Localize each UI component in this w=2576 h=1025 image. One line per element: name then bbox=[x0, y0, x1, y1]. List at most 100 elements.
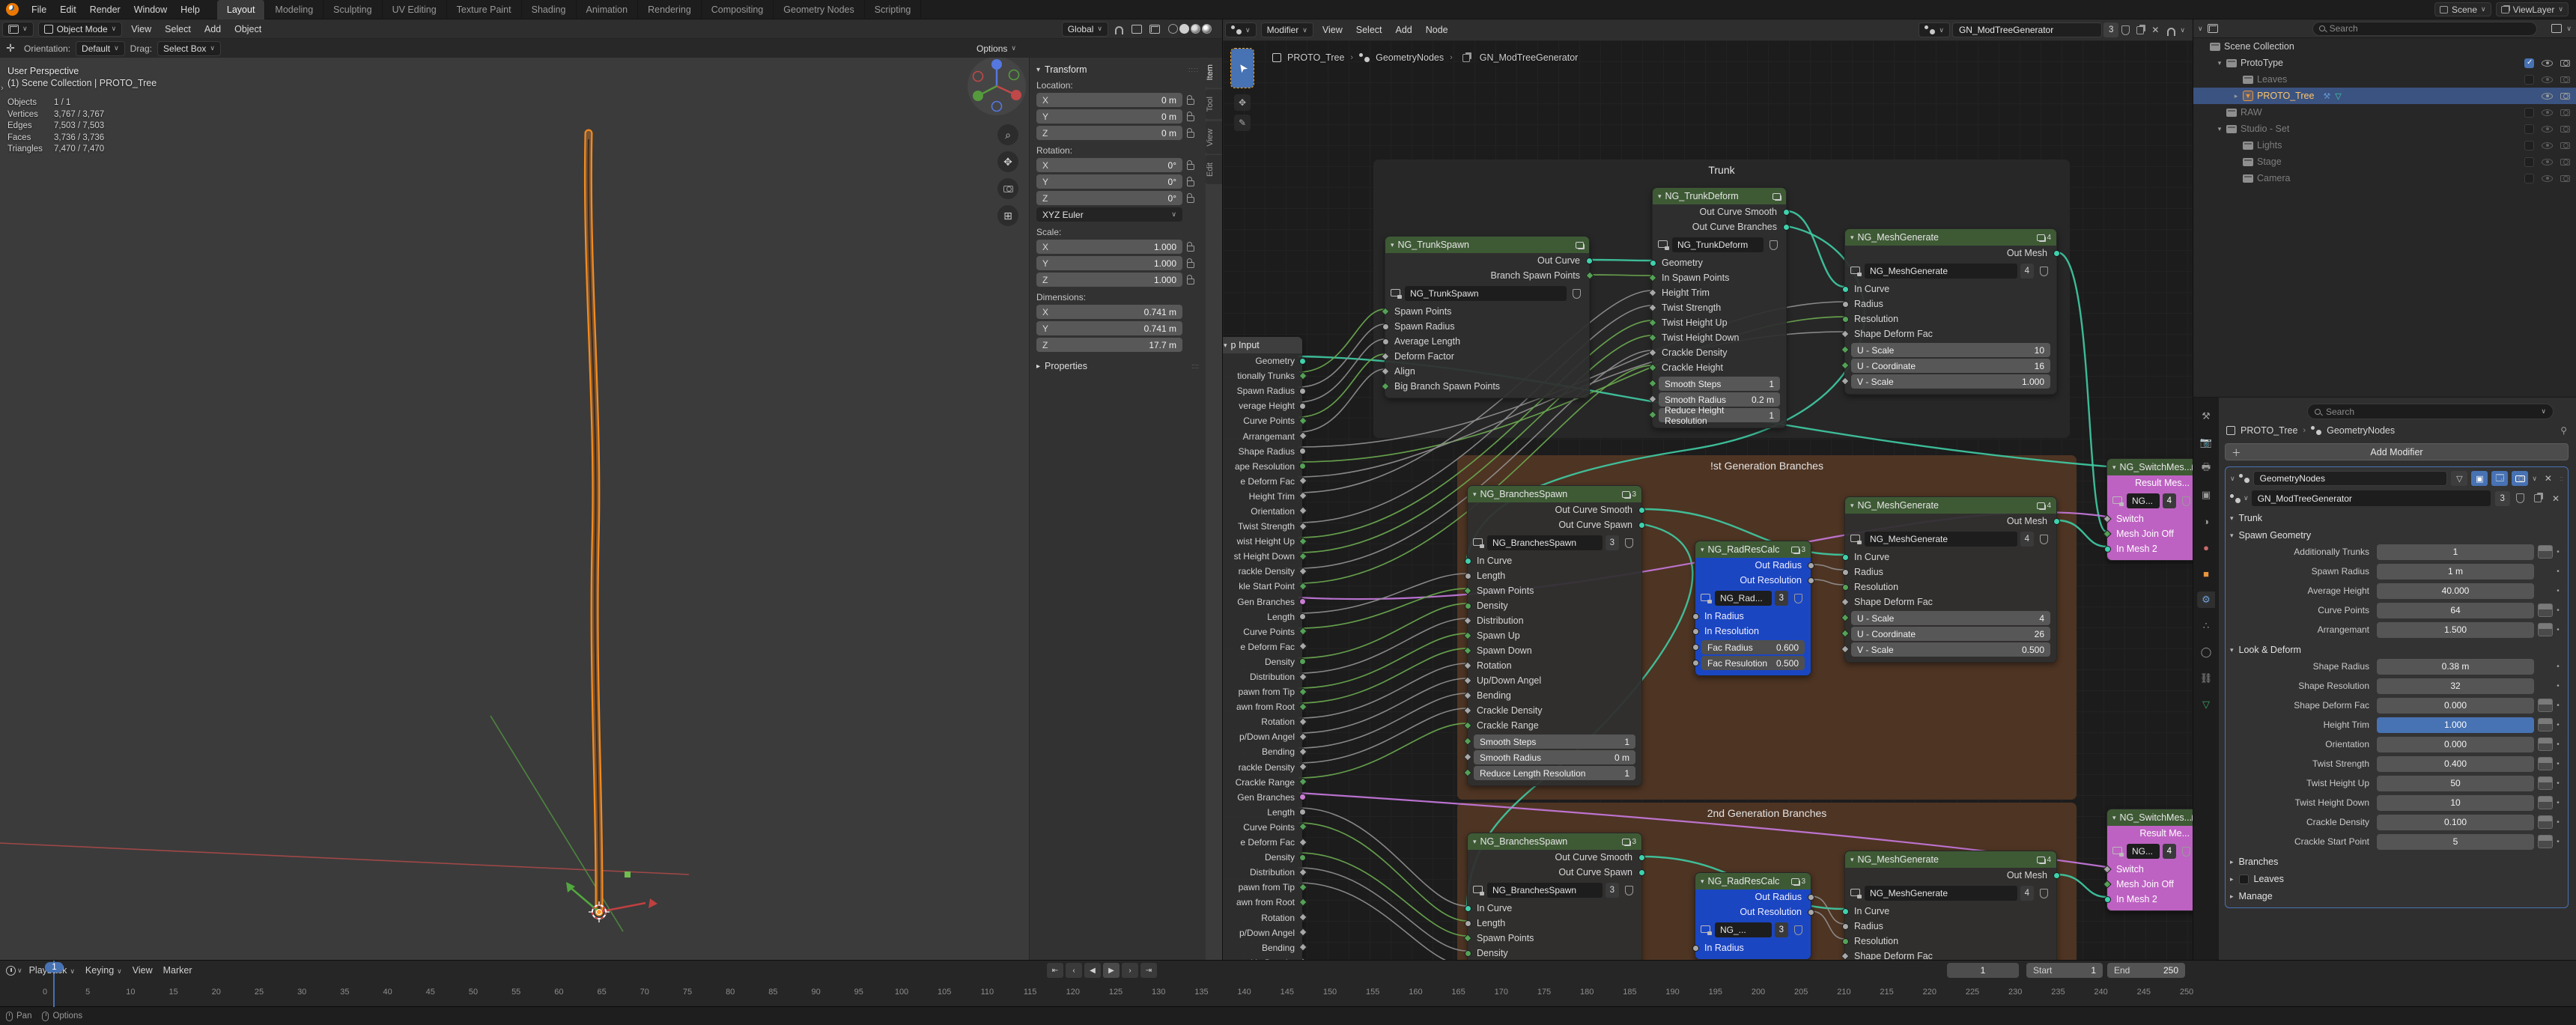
node-header[interactable]: ▾NG_MeshGenerate4 bbox=[1845, 851, 2056, 868]
socket-geo[interactable] bbox=[1465, 905, 1471, 912]
transform-orientation-selector[interactable]: Global∨ bbox=[1062, 22, 1108, 37]
socket-gray[interactable] bbox=[1382, 323, 1389, 330]
exclude-checkbox[interactable] bbox=[2524, 108, 2534, 118]
n-panel-tab-tool[interactable]: Tool bbox=[1206, 89, 1222, 119]
disable-render-camera-icon[interactable] bbox=[2560, 109, 2570, 116]
hide-eye-icon[interactable] bbox=[2542, 159, 2553, 165]
ng-meshgenerate-trunk[interactable]: ▾NG_MeshGenerate4Out MeshNG_MeshGenerate… bbox=[1844, 228, 2057, 395]
socket-gray[interactable] bbox=[2103, 514, 2111, 523]
render-tab[interactable]: 📷 bbox=[2197, 434, 2215, 451]
disable-render-camera-icon[interactable] bbox=[2560, 175, 2570, 182]
axis-x-handle[interactable] bbox=[1011, 90, 1021, 100]
lock-icon[interactable] bbox=[1187, 246, 1194, 252]
axis-y-handle[interactable] bbox=[973, 91, 983, 101]
property-value-field[interactable]: 1.000 bbox=[2377, 717, 2534, 733]
socket-gray[interactable] bbox=[1299, 613, 1306, 620]
timeline-menu-marker[interactable]: Marker bbox=[158, 965, 198, 976]
socket-geo[interactable] bbox=[2104, 896, 2111, 903]
axis-z-handle[interactable] bbox=[991, 59, 1002, 70]
shading-rendered-icon[interactable] bbox=[1202, 24, 1212, 34]
ng-trunkdeform[interactable]: ▾NG_TrunkDeformOut Curve SmoothOut Curve… bbox=[1652, 187, 1787, 428]
fake-user-shield-icon[interactable] bbox=[1794, 925, 1802, 935]
socket-geo[interactable] bbox=[2104, 546, 2111, 553]
node-value-field[interactable]: Smooth Radius0 m bbox=[1474, 750, 1635, 764]
collapse-icon[interactable]: ∨ bbox=[2230, 475, 2235, 483]
fake-user-shield-icon[interactable] bbox=[2040, 267, 2048, 276]
node-header[interactable]: ▾NG_SwitchMes... bbox=[2107, 809, 2193, 826]
fake-user-shield-icon[interactable] bbox=[1794, 594, 1802, 603]
transform-field-y[interactable]: Y1.000 bbox=[1036, 256, 1182, 270]
node-menu-node[interactable]: Node bbox=[1419, 20, 1455, 40]
socket-gray[interactable] bbox=[1808, 562, 1814, 569]
animate-dot[interactable]: • bbox=[2553, 721, 2563, 729]
output-tab[interactable]: 🖶 bbox=[2197, 460, 2215, 477]
exclude-checkbox[interactable] bbox=[2524, 75, 2534, 85]
shading-wireframe-icon[interactable] bbox=[1168, 24, 1178, 34]
node-group-name-field[interactable]: NG_TrunkSpawn bbox=[1405, 286, 1567, 301]
lock-icon[interactable] bbox=[1187, 180, 1194, 186]
disable-render-camera-icon[interactable] bbox=[2560, 126, 2570, 133]
input-attribute-toggle[interactable] bbox=[2538, 623, 2553, 636]
node-value-field[interactable]: V - Scale0.500 bbox=[1851, 642, 2050, 657]
collapse-icon[interactable]: ▾ bbox=[1473, 838, 1477, 846]
current-frame-field[interactable]: 1 bbox=[1947, 963, 2019, 978]
transform-field-x[interactable]: X0.741 m bbox=[1036, 305, 1182, 319]
lock-icon[interactable] bbox=[1187, 262, 1194, 268]
breadcrumb-modifier[interactable]: GeometryNodes bbox=[2327, 425, 2395, 436]
socket-gray[interactable] bbox=[1299, 403, 1306, 410]
node-header[interactable]: ▾NG_TrunkDeform bbox=[1653, 188, 1786, 204]
outliner-row-leaves[interactable]: Leaves bbox=[2193, 71, 2576, 88]
ng-radrescalc-1[interactable]: ▾NG_RadResCalc3Out RadiusOut ResolutionN… bbox=[1695, 541, 1811, 676]
n-panel-tab-view[interactable]: View bbox=[1206, 121, 1222, 154]
timeline-ruler[interactable]: 0510152025303540455055606570758085909510… bbox=[0, 980, 2193, 1007]
disable-render-camera-icon[interactable] bbox=[2560, 159, 2570, 165]
workspace-tab-scripting[interactable]: Scripting bbox=[865, 0, 922, 19]
socket-green[interactable] bbox=[1298, 582, 1307, 590]
snap-magnet-icon[interactable] bbox=[2167, 28, 2175, 36]
node-canvas[interactable]: Trunk!st Generation Branches2nd Generati… bbox=[1223, 19, 2193, 960]
property-value-field[interactable]: 10 bbox=[2377, 795, 2534, 811]
animate-dot[interactable]: • bbox=[2553, 548, 2563, 556]
editor-type-button[interactable]: ∨ bbox=[2, 22, 34, 37]
physics-tab[interactable]: ◯ bbox=[2197, 644, 2215, 660]
transform-panel-header[interactable]: ▾Transform:::: bbox=[1036, 64, 1199, 75]
new-copy-icon[interactable] bbox=[2136, 26, 2144, 34]
realtime-display-toggle[interactable]: 🗔 bbox=[2491, 471, 2508, 486]
ng-branchesspawn-2[interactable]: ▾NG_BranchesSpawn3Out Curve SmoothOut Cu… bbox=[1467, 833, 1642, 960]
node-context-selector[interactable]: Modifier∨ bbox=[1261, 22, 1313, 37]
viewport-canvas[interactable]: › User Perspective (1) Scene Collection … bbox=[0, 19, 1222, 960]
node-value-field[interactable]: Reduce Height Resolution1 bbox=[1659, 408, 1780, 422]
play-reverse-button[interactable]: ◀ bbox=[1084, 963, 1101, 978]
node-group-selector[interactable]: NG_TrunkDeform bbox=[1658, 237, 1781, 253]
next-keyframe-button[interactable]: › bbox=[1122, 963, 1138, 978]
socket-gray[interactable] bbox=[1842, 569, 1849, 576]
input-attribute-toggle[interactable] bbox=[2538, 835, 2553, 848]
input-attribute-toggle[interactable] bbox=[2538, 699, 2553, 712]
animate-dot[interactable]: • bbox=[2553, 760, 2563, 768]
properties-search-input[interactable]: Search ∨ bbox=[2307, 404, 2554, 419]
hide-eye-icon[interactable] bbox=[2542, 60, 2553, 67]
node-group-selector[interactable]: NG_BranchesSpawn3 bbox=[1473, 535, 1636, 551]
socket-green[interactable] bbox=[2103, 880, 2111, 888]
socket-gray[interactable] bbox=[1299, 388, 1306, 395]
pan-hand-icon[interactable]: ✥ bbox=[997, 151, 1018, 172]
ng-switchmesh-2[interactable]: ▾NG_SwitchMes...Result Me...NG...4Switch… bbox=[2106, 809, 2193, 911]
socket-green[interactable] bbox=[1842, 938, 1849, 945]
lock-icon[interactable] bbox=[1187, 115, 1194, 121]
property-value-field[interactable]: 0.000 bbox=[2377, 737, 2534, 752]
node-group-selector[interactable]: NG_MeshGenerate4 bbox=[1850, 263, 2051, 279]
timeline-editor-icon[interactable] bbox=[6, 966, 16, 976]
outliner-row-raw[interactable]: RAW bbox=[2193, 104, 2576, 121]
fake-user-shield-icon[interactable] bbox=[2040, 889, 2048, 898]
socket-geo[interactable] bbox=[1299, 358, 1306, 365]
scene-selector[interactable]: Scene∨ bbox=[2434, 2, 2491, 16]
socket-gray[interactable] bbox=[1808, 577, 1814, 584]
node-group-users-count[interactable]: 3 bbox=[2495, 491, 2510, 506]
socket-gray[interactable] bbox=[1298, 747, 1307, 755]
unlink-x-icon[interactable]: ✕ bbox=[2548, 493, 2563, 504]
node-group-users-count[interactable]: 4 bbox=[2020, 264, 2034, 279]
transform-field-z[interactable]: Z1.000 bbox=[1036, 273, 1182, 287]
outliner-row-proto-tree[interactable]: ▸▼PROTO_Tree⚒▽ bbox=[2193, 88, 2576, 104]
group-input-node[interactable]: ▾ p Input Geometrytionally TrunksSpawn R… bbox=[1222, 337, 1302, 960]
node-header[interactable]: ▾NG_RadResCalc3 bbox=[1695, 873, 1811, 889]
